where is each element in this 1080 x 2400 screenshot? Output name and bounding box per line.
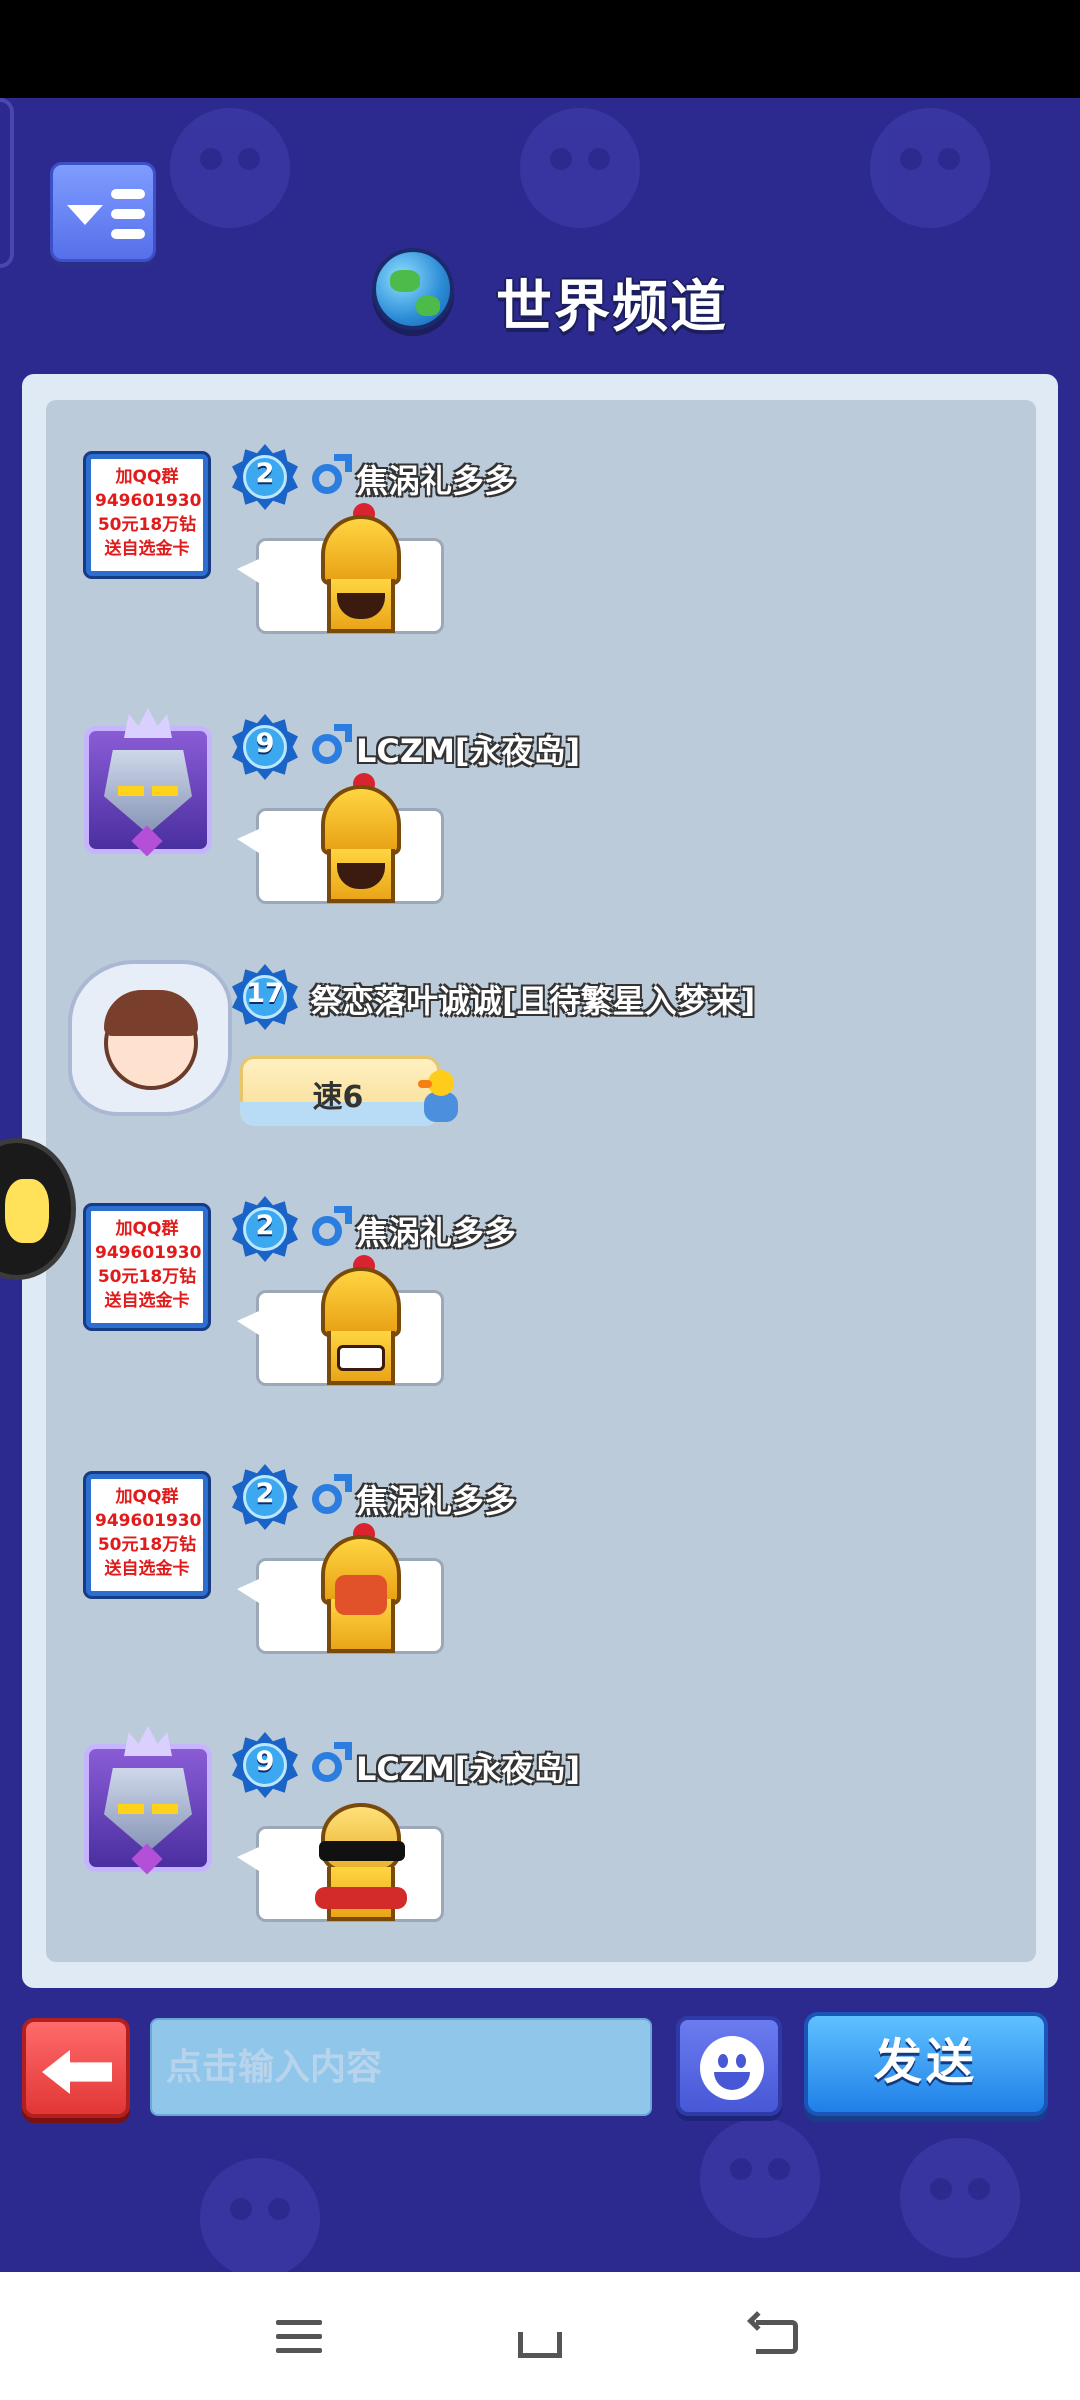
- laughing-knight-sticker-icon: [313, 773, 409, 903]
- back-button[interactable]: [22, 2018, 130, 2118]
- message-bubble: [237, 503, 444, 634]
- avatar-text: 加QQ群: [115, 1487, 179, 1507]
- sender-name[interactable]: 焦涡礼多多: [356, 1208, 516, 1254]
- side-tab[interactable]: [0, 98, 14, 268]
- level-number: 2: [255, 458, 275, 489]
- avatar-text: 50元18万钻: [97, 1535, 197, 1555]
- grinning-knight-sticker-icon: [313, 1255, 409, 1385]
- background-face-icon: [870, 108, 990, 228]
- menu-icon[interactable]: [270, 2312, 330, 2362]
- avatar-qq-ad[interactable]: 加QQ群 949601930 50元18万钻 送自选金卡: [86, 1474, 208, 1596]
- level-badge: 17: [232, 964, 298, 1030]
- background-face-icon: [520, 108, 640, 228]
- avatar-qq-ad[interactable]: 加QQ群 949601930 50元18万钻 送自选金卡: [86, 1206, 208, 1328]
- cool-knight-sticker-icon: [313, 1791, 409, 1921]
- sender-name[interactable]: 焦涡礼多多: [356, 1476, 516, 1522]
- level-number: 2: [255, 1210, 275, 1241]
- sender-name[interactable]: LCZM[永夜岛]: [356, 726, 580, 772]
- level-badge: 9: [232, 1732, 298, 1798]
- chat-message: 加QQ群 949601930 50元18万钻 送自选金卡 2 焦涡礼多多: [60, 1196, 1000, 1426]
- avatar-text: 50元18万钻: [97, 515, 197, 535]
- channel-menu-button[interactable]: [50, 162, 156, 262]
- message-bubble: [237, 1255, 444, 1386]
- sender-name[interactable]: 焦涡礼多多: [356, 456, 516, 502]
- send-button[interactable]: 发送: [804, 2012, 1048, 2116]
- avatar-text: 949601930: [95, 1511, 202, 1531]
- menu-line: [111, 229, 145, 239]
- back-icon[interactable]: [747, 2311, 810, 2362]
- level-badge: 2: [232, 444, 298, 510]
- avatar-text: 加QQ群: [115, 467, 179, 487]
- avatar-qq-ad[interactable]: 加QQ群 949601930 50元18万钻 送自选金卡: [86, 454, 208, 576]
- menu-line: [111, 209, 145, 219]
- message-bubble: [237, 773, 444, 904]
- avatar-robot[interactable]: [78, 1726, 218, 1876]
- smiley-icon: [700, 2036, 764, 2100]
- emoji-button[interactable]: [676, 2016, 782, 2116]
- background-face-icon: [700, 2118, 820, 2238]
- duck-icon: [418, 1070, 460, 1126]
- sender-name[interactable]: LCZM[永夜岛]: [356, 1744, 580, 1790]
- level-number: 9: [255, 728, 275, 759]
- globe-icon: [372, 248, 454, 330]
- avatar-text: 949601930: [95, 491, 202, 511]
- message-input[interactable]: [150, 2018, 652, 2116]
- status-bar: [0, 0, 1080, 98]
- chat-message: 加QQ群 949601930 50元18万钻 送自选金卡 2 焦涡礼多多: [60, 1464, 1000, 1694]
- laughing-knight-sticker-icon: [313, 503, 409, 633]
- message-text-card: 速6: [234, 1056, 458, 1132]
- menu-line: [111, 189, 145, 199]
- avatar-robot[interactable]: [78, 708, 218, 858]
- chat-message: 9 LCZM[永夜岛]: [60, 708, 1000, 944]
- level-badge: 2: [232, 1196, 298, 1262]
- level-badge: 2: [232, 1464, 298, 1530]
- page-title: 世界频道: [496, 275, 728, 340]
- avatar-text: 加QQ群: [115, 1219, 179, 1239]
- dropdown-triangle-icon: [67, 205, 103, 225]
- male-gender-icon: [310, 1742, 354, 1786]
- message-bubble: [237, 1523, 444, 1654]
- system-nav-bar: [0, 2272, 1080, 2400]
- avatar-text: 送自选金卡: [104, 1559, 190, 1579]
- angry-knight-sticker-icon: [313, 1523, 409, 1653]
- level-number: 2: [255, 1478, 275, 1509]
- level-number: 17: [246, 978, 284, 1009]
- chat-message: 17 祭恋落叶诚诚[且待繁星入梦来] 速6: [60, 960, 1000, 1194]
- avatar-text: 50元18万钻: [97, 1267, 197, 1287]
- avatar-text: 949601930: [95, 1243, 202, 1263]
- male-gender-icon: [310, 1206, 354, 1250]
- sender-name[interactable]: 祭恋落叶诚诚[且待繁星入梦来]: [310, 976, 755, 1022]
- level-number: 9: [255, 1746, 275, 1777]
- chat-message: 加QQ群 949601930 50元18万钻 送自选金卡 2 焦涡礼多多: [60, 444, 1000, 674]
- back-arrow-icon: [42, 2050, 112, 2094]
- avatar-text: 送自选金卡: [104, 539, 190, 559]
- avatar-girl[interactable]: [68, 960, 232, 1116]
- level-badge: 9: [232, 714, 298, 780]
- avatar-text: 送自选金卡: [104, 1291, 190, 1311]
- male-gender-icon: [310, 1474, 354, 1518]
- background-face-icon: [200, 2158, 320, 2272]
- message-bubble: [237, 1803, 444, 1922]
- home-icon[interactable]: [510, 2312, 570, 2362]
- male-gender-icon: [310, 724, 354, 768]
- male-gender-icon: [310, 454, 354, 498]
- background-face-icon: [170, 108, 290, 228]
- message-text: 速6: [312, 1080, 364, 1115]
- chat-message: 9 LCZM[永夜岛]: [60, 1726, 1000, 1962]
- background-face-icon: [900, 2138, 1020, 2258]
- emoji-face-icon: [5, 1179, 49, 1243]
